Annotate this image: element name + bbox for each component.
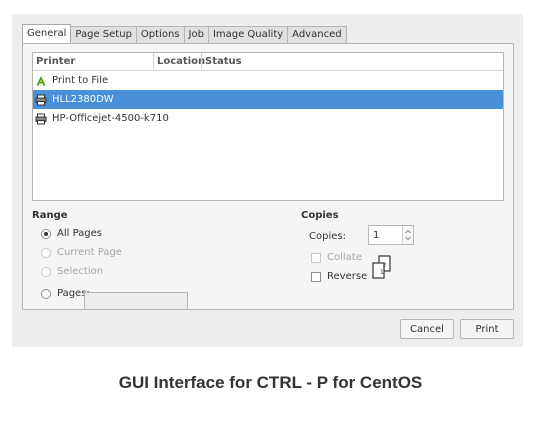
printer-list[interactable]: Printer Location Status Print to File HL… <box>32 52 504 201</box>
column-location[interactable]: Location <box>153 53 205 70</box>
current-page-label: Current Page <box>57 247 122 258</box>
tab-job[interactable]: Job <box>183 26 209 43</box>
column-printer[interactable]: Printer <box>33 53 153 70</box>
radio-indicator <box>41 266 51 277</box>
cancel-button[interactable]: Cancel <box>400 319 454 339</box>
collate-checkbox[interactable]: Collate <box>311 252 362 263</box>
tab-general[interactable]: General <box>22 24 72 43</box>
svg-text:1: 1 <box>380 269 384 276</box>
selection-radio[interactable]: Selection <box>41 266 103 277</box>
all-pages-radio[interactable]: All Pages <box>41 228 102 239</box>
column-status[interactable]: Status <box>201 53 503 70</box>
pages-input[interactable] <box>84 292 188 310</box>
range-title: Range <box>32 210 68 221</box>
all-pages-label: All Pages <box>57 228 102 239</box>
tab-advanced[interactable]: Advanced <box>287 26 347 43</box>
pages-radio[interactable]: Pages: <box>41 288 90 299</box>
copies-value: 1 <box>373 230 380 241</box>
copies-title: Copies <box>301 210 339 221</box>
printer-name: Print to File <box>52 75 109 86</box>
printer-name: HLL2380DW <box>52 94 114 105</box>
caption: GUI Interface for CTRL - P for CentOS <box>118 373 423 392</box>
collate-label: Collate <box>327 252 362 263</box>
print-dialog: General Page Setup Options Job Image Qua… <box>12 14 523 347</box>
radio-indicator <box>41 247 51 258</box>
reverse-checkbox[interactable]: Reverse <box>311 271 367 282</box>
printer-row-hll2380dw[interactable]: HLL2380DW <box>33 90 503 109</box>
checkbox-indicator <box>311 271 321 282</box>
general-page: Printer Location Status Print to File HL… <box>22 43 514 310</box>
printer-icon <box>35 113 47 125</box>
file-printer-icon <box>35 75 47 87</box>
radio-indicator <box>41 228 51 239</box>
collate-preview-icon: 2 1 <box>371 255 393 284</box>
reverse-label: Reverse <box>327 271 368 282</box>
printer-row-print-to-file[interactable]: Print to File <box>33 71 503 90</box>
current-page-radio[interactable]: Current Page <box>41 247 122 258</box>
copies-label: Copies: <box>309 231 346 242</box>
print-button[interactable]: Print <box>460 319 514 339</box>
tab-image-quality[interactable]: Image Quality <box>207 26 289 43</box>
selection-label: Selection <box>57 266 104 277</box>
copies-spinbutton[interactable]: 1 <box>368 225 414 245</box>
tab-options[interactable]: Options <box>135 26 185 43</box>
printer-icon <box>35 94 47 106</box>
tab-bar: General Page Setup Options Job Image Qua… <box>22 24 347 43</box>
radio-indicator <box>41 288 51 299</box>
tab-page-setup[interactable]: Page Setup <box>70 26 137 43</box>
spin-arrows[interactable] <box>402 226 413 244</box>
printer-list-header: Printer Location Status <box>33 53 503 71</box>
checkbox-indicator <box>311 252 321 263</box>
printer-row-hp-officejet[interactable]: HP-Officejet-4500-k710 <box>33 109 503 128</box>
printer-name: HP-Officejet-4500-k710 <box>52 113 169 124</box>
